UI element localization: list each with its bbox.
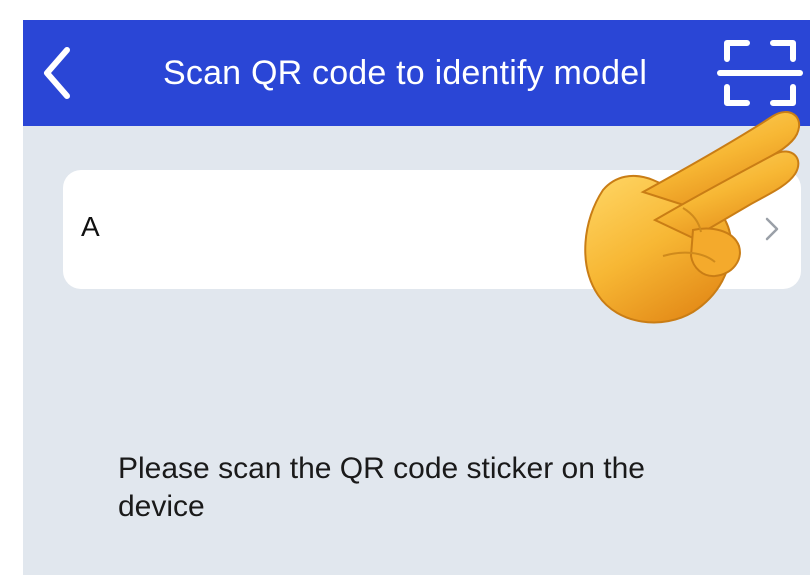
model-select-row[interactable]: A xyxy=(63,170,801,289)
back-button[interactable] xyxy=(33,42,81,104)
chevron-left-icon xyxy=(44,47,70,99)
model-label: A xyxy=(81,211,100,242)
scan-frame-icon xyxy=(717,40,803,106)
chevron-right-icon xyxy=(765,217,779,241)
app-screen: Scan QR code to identify model A Please … xyxy=(23,20,810,575)
page-title: Scan QR code to identify model xyxy=(163,54,648,92)
navigation-header: Scan QR code to identify model xyxy=(23,20,810,126)
scan-qr-button[interactable] xyxy=(717,37,803,109)
scan-instruction-text: Please scan the QR code sticker on the d… xyxy=(118,452,645,523)
